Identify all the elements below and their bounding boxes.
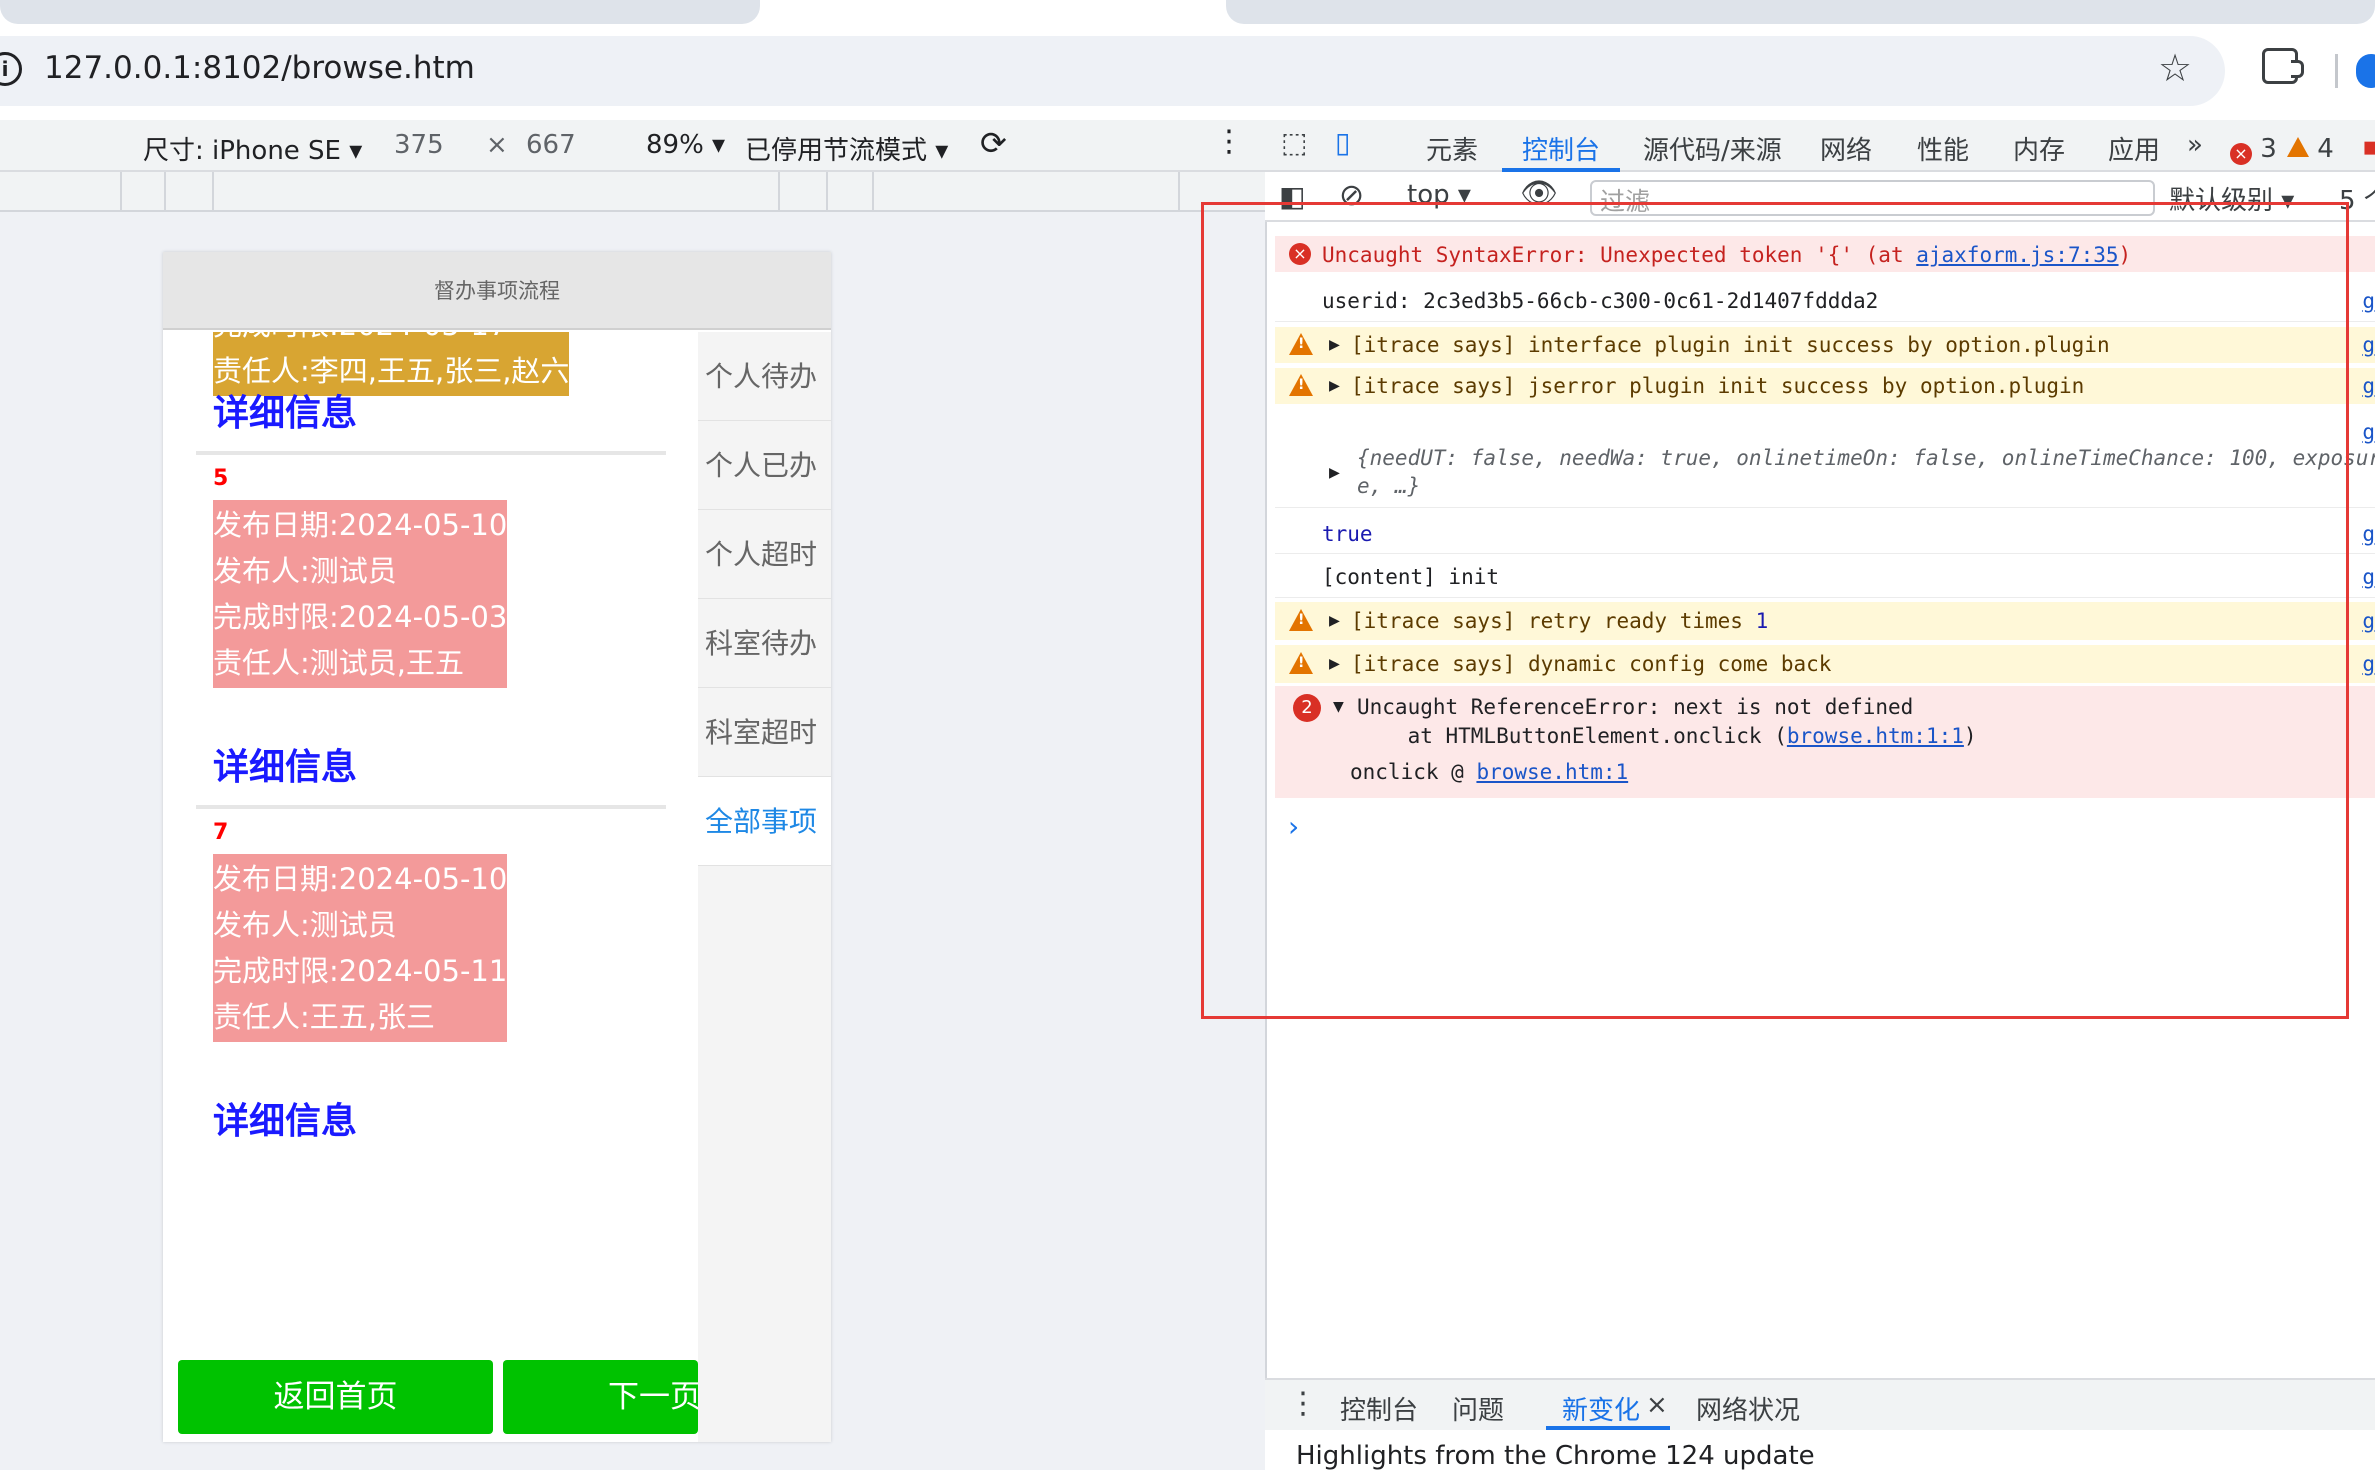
detail-link[interactable]: 详细信息 (213, 1092, 357, 1144)
task-card[interactable]: 发布日期:2024-05-10 发布人:测试员 完成时限:2024-05-03 … (213, 500, 508, 688)
home-button[interactable]: 返回首页 (178, 1360, 493, 1434)
rotate-icon[interactable]: ⟳ (980, 124, 1007, 162)
source-link[interactable]: g (2362, 420, 2375, 444)
divider (196, 805, 666, 809)
more-options-icon[interactable]: ⋮ (1214, 124, 1244, 159)
task-id: 7 (213, 820, 229, 845)
task-list: 完成时限:2024-05-17 责任人:李四,王五,张三,赵六 详细信息 5 发… (163, 332, 698, 1442)
device-toolbar: 尺寸: iPhone SE ▾ 375 × 667 89% ▾ 已停用节流模式 … (0, 120, 1265, 172)
detail-link[interactable]: 详细信息 (213, 738, 357, 790)
drawer-tab-network-conditions[interactable]: 网络状况 (1696, 1390, 1800, 1427)
emulated-page: 督办事项流程 完成时限:2024-05-17 责任人:李四,王五,张三,赵六 详… (163, 252, 831, 1442)
extensions-puzzle-icon[interactable] (2262, 48, 2304, 84)
device-toggle-icon[interactable]: ▯ (1335, 126, 1350, 159)
tab-elements[interactable]: 元素 (1426, 130, 1478, 167)
device-dimensions-select[interactable]: 尺寸: iPhone SE ▾ (143, 130, 362, 167)
tab-console[interactable]: 控制台 (1522, 130, 1600, 167)
warning-icon (2287, 137, 2309, 157)
devtools-drawer-tabbar (1265, 1378, 2375, 1430)
tab-memory[interactable]: 内存 (2013, 130, 2065, 167)
task-deadline: 完成时限:2024-05-17 (213, 332, 569, 348)
source-link[interactable]: g (2362, 289, 2375, 313)
task-publisher: 发布人:测试员 (213, 554, 397, 588)
tab-performance[interactable]: 性能 (1917, 130, 1969, 167)
task-publisher: 发布人:测试员 (213, 908, 397, 942)
side-menu: 个人待办 个人已办 个人超时 科室待办 科室超时 全部事项 (698, 332, 831, 1442)
profile-avatar[interactable] (2356, 54, 2375, 88)
divider (196, 451, 666, 455)
warning-counter[interactable]: 4 (2287, 134, 2334, 164)
drawer-tab-console[interactable]: 控制台 (1340, 1390, 1418, 1427)
task-card[interactable]: 发布日期:2024-05-10 发布人:测试员 完成时限:2024-05-11 … (213, 854, 508, 1042)
tab-network[interactable]: 网络 (1820, 130, 1872, 167)
browser-tab[interactable] (1226, 0, 2375, 24)
source-link[interactable]: g (2362, 652, 2375, 676)
times-sign: × (486, 130, 508, 160)
inspect-element-icon[interactable]: ⬚ (1281, 126, 1307, 159)
tab-application[interactable]: 应用 (2108, 130, 2160, 167)
drawer-menu-icon[interactable]: ⋮ (1288, 1386, 1318, 1421)
error-counter[interactable]: × 3 (2230, 134, 2277, 165)
task-deadline: 完成时限:2024-05-11 (213, 954, 508, 988)
task-publish-date: 发布日期:2024-05-10 (213, 508, 508, 542)
task-owners: 责任人:王五,张三 (213, 1000, 435, 1034)
tab-sources[interactable]: 源代码/来源 (1643, 130, 1782, 167)
device-width-input[interactable]: 375 (394, 130, 444, 160)
bookmark-star-icon[interactable]: ☆ (2158, 48, 2192, 88)
next-page-button[interactable]: 下一页 (503, 1360, 698, 1434)
browser-tab[interactable] (0, 0, 760, 24)
issues-icon[interactable]: ▪ (2362, 132, 2375, 162)
throttle-select[interactable]: 已停用节流模式 ▾ (745, 130, 948, 167)
drawer-tab-issues[interactable]: 问题 (1452, 1390, 1504, 1427)
close-tab-icon[interactable]: × (1646, 1390, 1668, 1420)
device-height-input[interactable]: 667 (526, 130, 576, 160)
detail-link[interactable]: 详细信息 (213, 384, 357, 436)
side-item-personal-todo[interactable]: 个人待办 (698, 332, 831, 421)
highlight-annotation-box (1201, 202, 2349, 1019)
task-owners: 责任人:测试员,王五 (213, 646, 464, 680)
side-item-dept-todo[interactable]: 科室待办 (698, 599, 831, 688)
media-query-ruler (0, 172, 1265, 212)
side-item-personal-overdue[interactable]: 个人超时 (698, 510, 831, 599)
source-link[interactable]: g (2362, 374, 2375, 398)
task-publish-date: 发布日期:2024-05-10 (213, 862, 508, 896)
source-link[interactable]: g (2362, 333, 2375, 357)
devtools-tabbar: ⬚ ▯ 元素 控制台 源代码/来源 网络 性能 内存 应用 » × 3 4 ▪ (1265, 120, 2375, 172)
url-text[interactable]: 127.0.0.1:8102/browse.htm (44, 50, 475, 86)
source-link[interactable]: g (2362, 522, 2375, 546)
drawer-tab-whats-new[interactable]: 新变化 (1562, 1390, 1640, 1427)
whats-new-heading: Highlights from the Chrome 124 update (1296, 1441, 1815, 1470)
error-icon: × (2230, 143, 2252, 165)
side-item-all[interactable]: 全部事项 (698, 777, 831, 866)
zoom-select[interactable]: 89% ▾ (646, 130, 725, 160)
source-link[interactable]: g (2362, 565, 2375, 589)
page-header-title: 督办事项流程 (163, 252, 831, 330)
source-link[interactable]: g (2362, 609, 2375, 633)
side-item-dept-overdue[interactable]: 科室超时 (698, 688, 831, 777)
task-deadline: 完成时限:2024-05-03 (213, 600, 508, 634)
toolbar-divider (2335, 54, 2338, 88)
task-id: 5 (213, 466, 229, 491)
more-tabs-icon[interactable]: » (2187, 130, 2203, 160)
side-item-personal-done[interactable]: 个人已办 (698, 421, 831, 510)
